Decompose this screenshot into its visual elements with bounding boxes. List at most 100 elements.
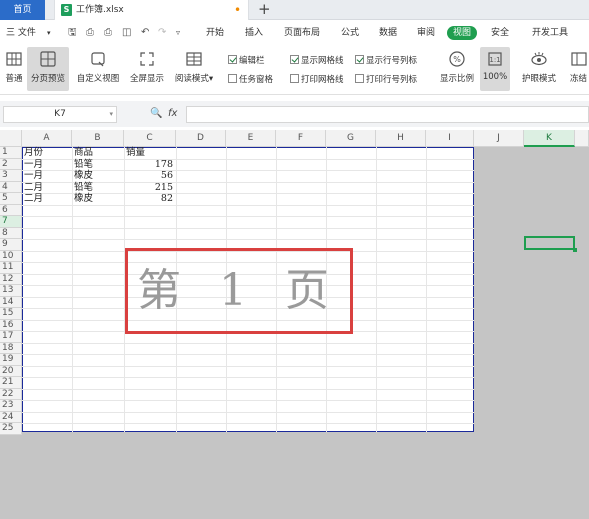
reading-mode-button[interactable]: 阅读模式▾ [170,47,218,91]
selected-cell[interactable] [524,236,577,252]
cell-c5[interactable]: 82 [124,193,173,204]
row-header-19[interactable]: 19 [0,354,22,366]
tab-home[interactable]: 首页 [0,0,45,20]
row-header-4[interactable]: 4 [0,181,22,193]
menu-developer[interactable]: 开发工具 [532,21,568,45]
cell-a3[interactable]: 一月 [24,170,43,181]
row-header-13[interactable]: 13 [0,285,22,297]
fullscreen-label: 全屏显示 [129,74,164,84]
tab-workbook[interactable]: S 工作簿.xlsx • [54,0,249,20]
task-pane-checkbox[interactable]: 任务窗格 [228,74,273,86]
menu-page-layout[interactable]: 页面布局 [284,21,320,45]
redo-icon[interactable]: ↷ [158,27,166,39]
row-header-5[interactable]: 5 [0,193,22,205]
column-header-a[interactable]: A [22,130,72,147]
cell-c3[interactable]: 56 [124,170,173,181]
print-gridlines-checkbox[interactable]: 打印网格线 [290,74,344,86]
cell-b3[interactable]: 橡皮 [74,170,93,181]
row-header-15[interactable]: 15 [0,308,22,320]
row-header-25[interactable]: 25 [0,423,22,435]
file-menu[interactable]: 三 文件 [6,21,36,45]
sheet-area[interactable]: ABCDEFGHIJK 1 2 3 4 5 6 7 8 9 10 11 12 13 14 15 16 17 18 1… [0,130,589,519]
row-header-3[interactable]: 3 [0,170,22,182]
cell-b5[interactable]: 橡皮 [74,193,93,204]
cell-b2[interactable]: 铅笔 [74,159,93,170]
column-header-f[interactable]: F [276,130,326,147]
column-header-g[interactable]: G [326,130,376,147]
column-header-j[interactable]: J [474,130,524,147]
row-header-17[interactable]: 17 [0,331,22,343]
freeze-panes-button[interactable]: 冻结 [568,47,589,91]
cell-a1[interactable]: 月份 [24,147,43,158]
column-header-k[interactable]: K [524,130,575,147]
column-header-h[interactable]: H [376,130,426,147]
menu-view[interactable]: 视图 [447,26,478,40]
column-header-b[interactable]: B [72,130,124,147]
row-header-20[interactable]: 20 [0,365,22,377]
cell-a4[interactable]: 二月 [24,182,43,193]
row-gridline [22,423,474,424]
row-header-12[interactable]: 12 [0,273,22,285]
export-icon[interactable]: ⎙ [86,27,94,39]
undo-icon[interactable]: ↶ [141,27,149,39]
menu-formula[interactable]: 公式 [341,21,359,45]
name-box-dropdown-icon[interactable]: ▾ [109,107,113,122]
menu-review[interactable]: 审阅 [417,21,435,45]
row-header-7[interactable]: 7 [0,216,22,228]
file-menu-dropdown-icon[interactable]: ▾ [47,21,51,45]
row-header-10[interactable]: 10 [0,250,22,262]
quick-access-dropdown-icon[interactable]: ▿ [176,27,180,39]
cell-a2[interactable]: 一月 [24,159,43,170]
row-gridline [22,216,474,217]
fullscreen-button[interactable]: 全屏显示 [127,47,167,91]
cell-c1[interactable]: 销量 [126,147,145,158]
row-header-6[interactable]: 6 [0,204,22,216]
cell-a5[interactable]: 二月 [24,193,43,204]
formula-bar-checkbox[interactable]: 编辑栏 [228,55,265,67]
reading-mode-dropdown-icon[interactable]: ▾ [209,74,213,84]
save-icon[interactable]: 🖫 [68,27,77,39]
show-headings-checkbox[interactable]: 显示行号列标 [355,55,417,67]
zoom-ratio-button[interactable]: % 显示比例 [436,47,478,91]
custom-view-button[interactable]: 自定义视图 [73,47,123,91]
row-header-1[interactable]: 1 [0,147,22,159]
column-header-c[interactable]: C [124,130,176,147]
cell-c2[interactable]: 178 [124,159,173,170]
cell-c4[interactable]: 215 [124,182,173,193]
select-all-corner[interactable] [0,130,22,147]
column-header-d[interactable]: D [176,130,226,147]
row-header-2[interactable]: 2 [0,158,22,170]
row-header-22[interactable]: 22 [0,388,22,400]
fx-icon[interactable]: fx [168,106,177,122]
eye-protection-button[interactable]: 护眼模式 [518,47,560,91]
row-header-16[interactable]: 16 [0,319,22,331]
column-header-e[interactable]: E [226,130,276,147]
row-header-24[interactable]: 24 [0,411,22,423]
print-icon[interactable]: ⎙ [104,27,112,39]
page-break-preview-button[interactable]: 分页预览 [27,47,69,91]
row-header-9[interactable]: 9 [0,239,22,251]
menu-start[interactable]: 开始 [206,21,224,45]
cell-b1[interactable]: 商品 [74,147,93,158]
row-header-21[interactable]: 21 [0,377,22,389]
name-box[interactable]: K7 ▾ [3,106,117,123]
show-gridlines-checkbox[interactable]: 显示网格线 [290,55,344,67]
formula-input[interactable] [186,106,589,123]
row-header-14[interactable]: 14 [0,296,22,308]
row-header-23[interactable]: 23 [0,400,22,412]
row-header-18[interactable]: 18 [0,342,22,354]
column-header-i[interactable]: I [426,130,474,147]
print-headings-checkbox[interactable]: 打印行号列标 [355,74,417,86]
new-tab-button[interactable]: + [258,0,271,19]
row-header-11[interactable]: 11 [0,262,22,274]
print-preview-icon[interactable]: ◫ [122,27,131,39]
zoom-100-button[interactable]: 1:1 100% [480,47,510,91]
menu-insert[interactable]: 插入 [245,21,263,45]
menu-security[interactable]: 安全 [491,21,509,45]
menu-data[interactable]: 数据 [379,21,397,45]
cell-b4[interactable]: 铅笔 [74,182,93,193]
zoom-search-icon[interactable]: 🔍 [150,106,162,122]
row-header-8[interactable]: 8 [0,227,22,239]
normal-view-button[interactable]: 普通 [2,47,26,91]
spreadsheet-icon: S [61,4,72,16]
